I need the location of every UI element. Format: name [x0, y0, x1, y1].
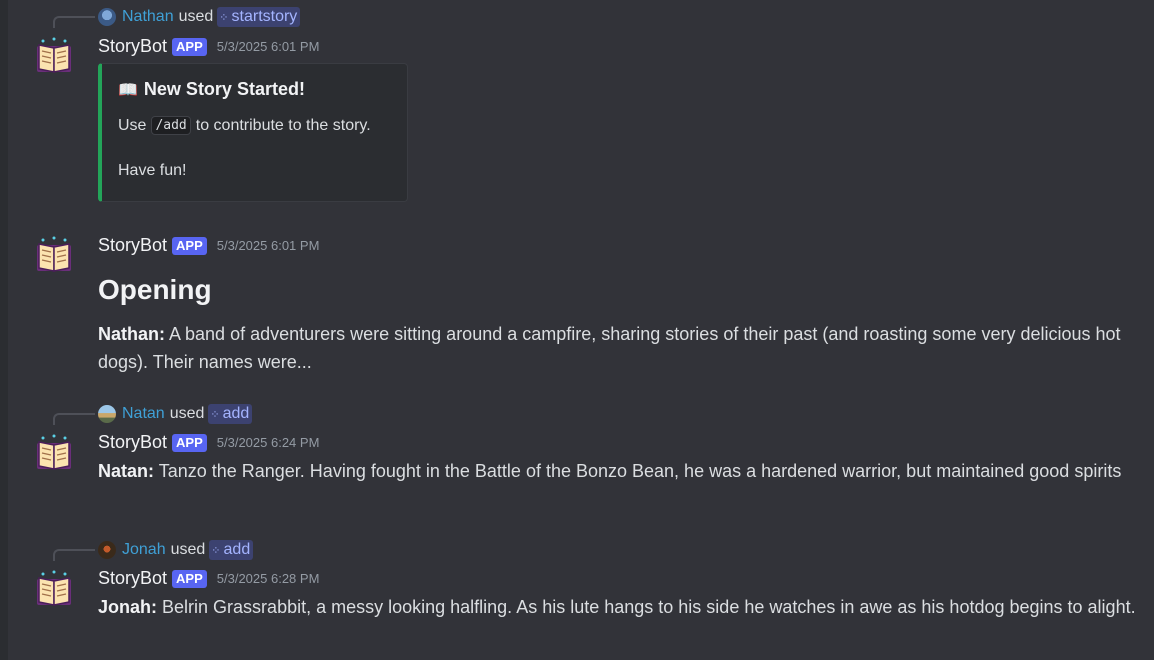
- embed-text: Use: [118, 116, 147, 134]
- timestamp[interactable]: 5/3/2025 6:24 PM: [217, 435, 320, 450]
- reply-username[interactable]: Natan: [122, 405, 165, 423]
- message-text: A band of adventurers were sitting aroun…: [98, 324, 1121, 372]
- reply-context[interactable]: Jonah used ⁘ add: [98, 540, 254, 560]
- inline-code: /add: [151, 116, 191, 135]
- reply-username[interactable]: Jonah: [122, 541, 166, 559]
- message-header: StoryBot APP 5/3/2025 6:01 PM: [98, 36, 319, 57]
- nathan-mini-avatar[interactable]: [98, 8, 116, 26]
- author-name[interactable]: StoryBot: [98, 568, 167, 589]
- app-badge: APP: [172, 433, 207, 452]
- timestamp[interactable]: 5/3/2025 6:28 PM: [217, 571, 320, 586]
- slash-command-icon: ⁘: [219, 11, 228, 24]
- message-text: Tanzo the Ranger. Having fought in the B…: [158, 461, 1122, 481]
- reply-username[interactable]: Nathan: [122, 8, 174, 26]
- reply-connector: [53, 16, 95, 28]
- embed-line-2: Have fun!: [118, 162, 187, 179]
- slash-command-icon: ⁘: [211, 544, 220, 557]
- bot-avatar[interactable]: [33, 433, 75, 475]
- message-text: Belrin Grassrabbit, a messy looking half…: [162, 597, 1136, 617]
- bot-avatar[interactable]: [33, 569, 75, 611]
- app-badge: APP: [172, 37, 207, 56]
- message-content: Nathan: A band of adventurers were sitti…: [98, 320, 1138, 376]
- timestamp[interactable]: 5/3/2025 6:01 PM: [217, 238, 320, 253]
- reply-connector: [53, 549, 95, 561]
- open-book-icon: 📖: [118, 81, 138, 99]
- jonah-mini-avatar[interactable]: [98, 541, 116, 559]
- story-heading: Opening: [98, 274, 212, 305]
- reply-used-text: used: [169, 405, 205, 422]
- embed-title-text: New Story Started!: [143, 79, 305, 99]
- command-name: startstory: [231, 8, 298, 25]
- author-name[interactable]: StoryBot: [98, 432, 167, 453]
- reply-connector: [53, 413, 95, 425]
- story-embed: 📖 New Story Started! Use /add to contrib…: [98, 63, 408, 202]
- author-name[interactable]: StoryBot: [98, 36, 167, 57]
- message-content: Jonah: Belrin Grassrabbit, a messy looki…: [98, 593, 1138, 621]
- reply-used-text: used: [178, 8, 214, 25]
- command-name: add: [222, 405, 250, 422]
- message-content: Natan: Tanzo the Ranger. Having fought i…: [98, 457, 1138, 485]
- reply-context[interactable]: Natan used ⁘ add: [98, 404, 253, 424]
- natan-mini-avatar[interactable]: [98, 405, 116, 423]
- bot-avatar[interactable]: [33, 36, 75, 78]
- reply-used-text: used: [170, 541, 206, 558]
- timestamp[interactable]: 5/3/2025 6:01 PM: [217, 39, 320, 54]
- message-header: StoryBot APP 5/3/2025 6:28 PM: [98, 568, 319, 589]
- slash-command-mention[interactable]: ⁘ add: [209, 540, 254, 560]
- channel-left-strip: [0, 0, 8, 660]
- message-header: StoryBot APP 5/3/2025 6:01 PM: [98, 235, 319, 256]
- bot-avatar[interactable]: [33, 235, 75, 277]
- embed-line-1: Use /add to contribute to the story.: [118, 116, 371, 135]
- app-badge: APP: [172, 569, 207, 588]
- slash-command-mention[interactable]: ⁘ startstory: [217, 7, 301, 27]
- command-name: add: [223, 541, 251, 558]
- author-name[interactable]: StoryBot: [98, 235, 167, 256]
- speaker-name: Nathan:: [98, 324, 165, 344]
- embed-title: 📖 New Story Started!: [118, 79, 305, 100]
- speaker-name: Jonah:: [98, 597, 158, 617]
- app-badge: APP: [172, 236, 207, 255]
- embed-text: to contribute to the story.: [195, 116, 371, 134]
- message-header: StoryBot APP 5/3/2025 6:24 PM: [98, 432, 319, 453]
- reply-context[interactable]: Nathan used ⁘ startstory: [98, 7, 301, 27]
- slash-command-mention[interactable]: ⁘ add: [208, 404, 253, 424]
- speaker-name: Natan:: [98, 461, 155, 481]
- slash-command-icon: ⁘: [210, 408, 219, 421]
